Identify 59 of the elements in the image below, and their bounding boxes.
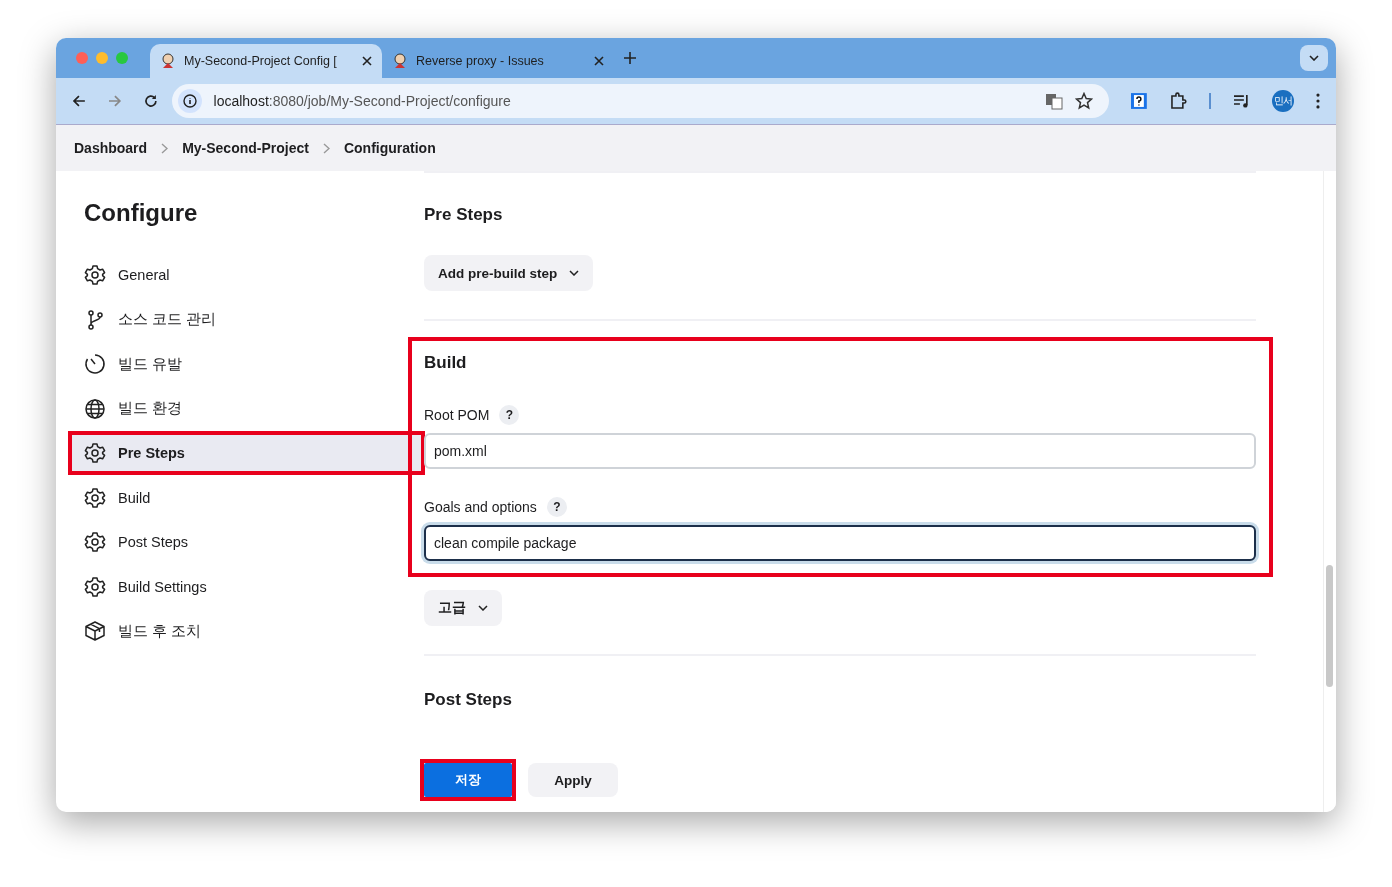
- help-button[interactable]: ?: [546, 497, 567, 517]
- forward-icon[interactable]: [107, 94, 122, 108]
- help-extension-icon[interactable]: [1130, 93, 1147, 109]
- scrollbar-thumb[interactable]: [1326, 565, 1333, 687]
- butler-icon: [160, 53, 176, 69]
- butler-icon: [392, 53, 408, 69]
- gear-icon: [84, 486, 106, 509]
- help-button[interactable]: ?: [499, 405, 520, 425]
- caret-icon: [569, 270, 580, 276]
- info-icon[interactable]: [177, 89, 202, 113]
- new-tab-icon[interactable]: [624, 52, 636, 64]
- text-field[interactable]: pom.xml: [424, 433, 1256, 469]
- sidebar-item[interactable]: Post Steps: [72, 524, 424, 560]
- gear-icon: [84, 531, 106, 553]
- close-icon[interactable]: [362, 56, 372, 66]
- caret-icon: [478, 605, 488, 611]
- advanced-dropdown[interactable]: 고급: [424, 590, 502, 626]
- address-bar[interactable]: localhost:8080/job/My-Second-Project/configure: [171, 84, 1109, 118]
- globe-icon: [84, 397, 106, 420]
- sidebar-item[interactable]: Build: [72, 479, 424, 516]
- reload-icon[interactable]: [143, 94, 158, 108]
- profile-avatar[interactable]: 민서: [1272, 90, 1295, 112]
- section-title: Post Steps: [424, 690, 513, 710]
- sidebar-item[interactable]: 빌드 유발: [72, 346, 424, 382]
- apply-button[interactable]: Apply: [528, 763, 618, 797]
- url-text: localhost:8080/job/My-Second-Project/configure: [213, 93, 511, 109]
- media-icon[interactable]: [1232, 93, 1251, 109]
- gear-icon: [84, 442, 106, 464]
- text-field[interactable]: clean compile package: [424, 525, 1256, 561]
- tab-menu-button[interactable]: [1300, 45, 1328, 71]
- page-title: Configure: [84, 199, 199, 227]
- timer-icon: [84, 353, 106, 375]
- field-label: Root POM: [424, 407, 490, 423]
- browser-tab[interactable]: My-Second-Project Config [: [150, 44, 382, 78]
- sidebar-item[interactable]: General: [72, 257, 424, 293]
- puzzle-icon[interactable]: [1168, 92, 1187, 110]
- add-step-dropdown[interactable]: Add pre-build step: [424, 255, 594, 291]
- close-icon[interactable]: [594, 56, 604, 66]
- browser-tab[interactable]: Reverse proxy - Issues: [382, 44, 614, 78]
- chevron-icon: [322, 142, 330, 154]
- sidebar-item[interactable]: 빌드 후 조치: [72, 613, 424, 649]
- field-label: Goals and options: [424, 499, 537, 515]
- section-title: Build: [424, 353, 468, 373]
- section-title: Pre Steps: [424, 205, 504, 225]
- sidebar-item[interactable]: 빌드 환경: [72, 390, 424, 427]
- package-icon: [84, 620, 106, 642]
- gear-icon: [84, 264, 106, 286]
- more-icon[interactable]: [1316, 93, 1320, 109]
- breadcrumb-link[interactable]: My-Second-Project: [182, 140, 309, 156]
- breadcrumb-link[interactable]: Dashboard: [74, 140, 148, 156]
- sidebar-item[interactable]: 소스 코드 관리: [72, 301, 424, 338]
- gear-icon: [84, 575, 106, 598]
- sidebar-item[interactable]: Build Settings: [72, 568, 424, 605]
- caret-icon: [1309, 55, 1319, 61]
- chevron-icon: [161, 142, 169, 154]
- back-icon[interactable]: [72, 94, 86, 108]
- breadcrumb-link[interactable]: Configuration: [343, 140, 436, 156]
- star-icon[interactable]: [1074, 92, 1093, 110]
- translate-icon[interactable]: [1044, 92, 1063, 110]
